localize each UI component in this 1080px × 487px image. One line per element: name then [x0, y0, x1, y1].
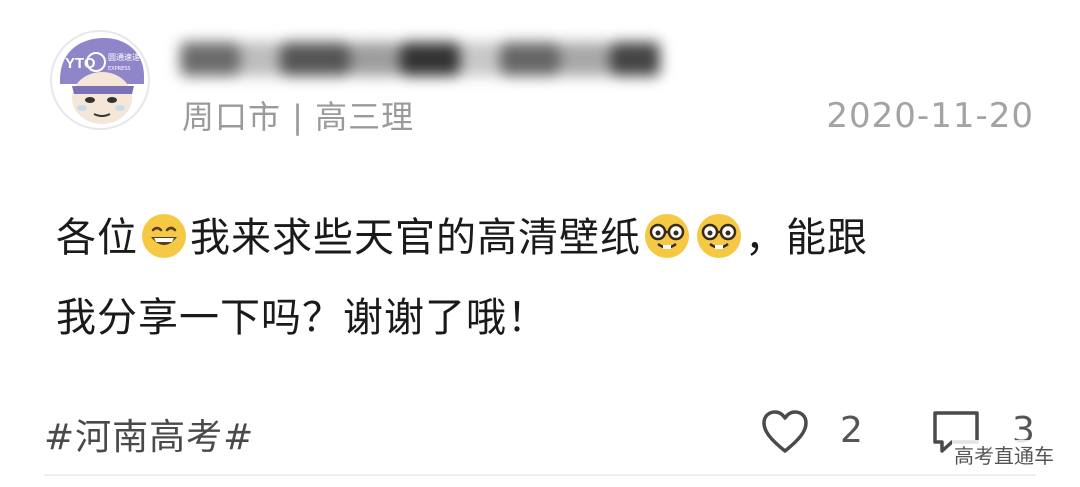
grinning-face-icon [142, 214, 186, 258]
avatar-cap-subtext: EXPRESS [108, 66, 131, 72]
post-date: 2020-11-20 [826, 96, 1034, 136]
avatar[interactable]: YTO 圆通速递 EXPRESS [50, 30, 150, 130]
watermark: 高考直通车 [952, 440, 1056, 469]
avatar-cap-text: 圆通速递 [108, 52, 140, 62]
post-content: 各位 我来求些天官的高清壁纸 ，能跟 我分享一下吗？谢谢了哦！ [56, 198, 1016, 358]
content-text: ，能跟 [745, 215, 868, 261]
post-card: YTO 圆通速递 EXPRESS 周口市 | 高三理 2020-11-20 各位… [0, 0, 1080, 487]
avatar-badge-text: YTO [65, 55, 96, 72]
content-text: 我分享一下吗？谢谢了哦！ [56, 295, 548, 341]
nerd-face-icon [645, 214, 689, 258]
nerd-face-icon [697, 214, 741, 258]
divider [44, 474, 1036, 476]
location-grade: 周口市 | 高三理 [182, 98, 415, 136]
username-redacted[interactable] [180, 32, 660, 88]
avatar-image: YTO 圆通速递 EXPRESS [52, 32, 148, 128]
hashtag-link[interactable]: #河南高考# [44, 408, 254, 460]
content-text: 各位 [56, 215, 138, 261]
content-text: 我来求些天官的高清壁纸 [190, 215, 641, 261]
heart-icon[interactable] [760, 409, 810, 455]
like-count: 2 [840, 410, 863, 451]
